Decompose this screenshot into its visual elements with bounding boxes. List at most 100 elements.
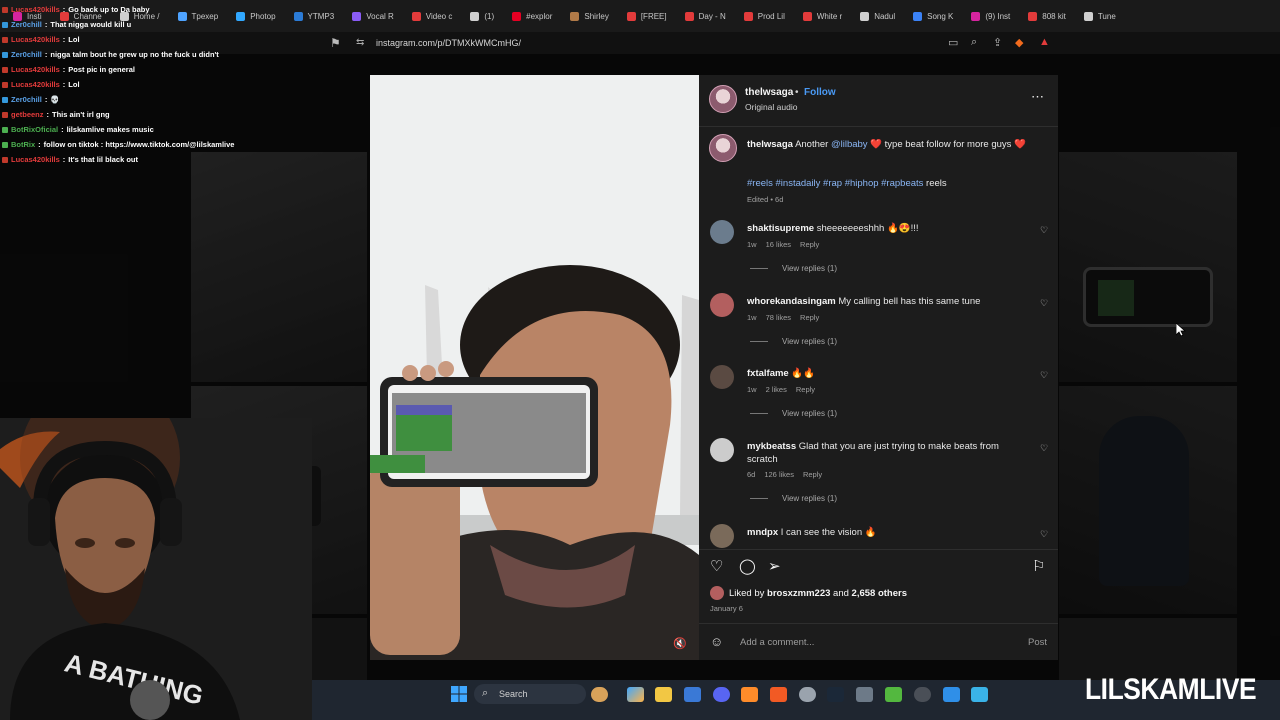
post-comment-button[interactable]: Post [1028, 637, 1047, 648]
comment-likes[interactable]: 2 likes [766, 385, 787, 394]
zoom-icon[interactable]: ⌕ [971, 36, 977, 49]
browser-tab[interactable]: Shirley [561, 4, 617, 28]
chat-username: getbeenz [11, 110, 44, 119]
browser-tab[interactable]: Nadul [851, 4, 904, 28]
chat-username: Zer0chill [11, 20, 42, 29]
comment-like-icon[interactable]: ♡ [1040, 225, 1048, 236]
copilot-icon[interactable] [627, 687, 644, 702]
reel-video[interactable]: 🔇 [370, 75, 699, 660]
post-date[interactable]: January 6 [710, 604, 743, 613]
browser-tab[interactable]: Day - N [676, 4, 735, 28]
chat-message: Lucas420kills: Lol [2, 32, 302, 47]
chat-colon: : [46, 110, 50, 119]
chat-badge-icon [2, 66, 8, 73]
tab-label: Day - N [698, 11, 726, 21]
audio-label[interactable]: Original audio [745, 102, 797, 112]
app-icon[interactable] [856, 687, 873, 702]
comment-like-icon[interactable]: ♡ [1040, 443, 1048, 454]
comment-avatar[interactable] [710, 365, 734, 389]
app-icon-gray[interactable] [914, 687, 931, 702]
view-replies-button[interactable]: View replies (1) [750, 337, 837, 346]
brave-browser-icon[interactable] [770, 687, 787, 702]
caption-avatar[interactable] [709, 134, 737, 162]
site-settings-icon[interactable]: ⇆ [356, 37, 364, 48]
taskbar-search-box[interactable] [474, 684, 586, 704]
comment-like-icon[interactable]: ♡ [1040, 298, 1048, 309]
browser-tab[interactable]: (1) [461, 4, 503, 28]
liked-by-avatar[interactable] [710, 586, 724, 600]
liked-by-others[interactable]: 2,658 others [852, 588, 907, 599]
file-explorer-icon[interactable] [655, 687, 672, 702]
view-replies-button[interactable]: View replies (1) [750, 494, 837, 503]
comment-username[interactable]: mykbeatss [747, 441, 796, 452]
comment-meta: 1w 2 likes Reply [747, 385, 824, 394]
share-send-icon[interactable]: ➢ [768, 557, 781, 575]
browser-tab[interactable]: (9) Inst [962, 4, 1019, 28]
comment-reply-button[interactable]: Reply [800, 313, 819, 322]
mute-icon[interactable]: 🔇 [673, 637, 687, 650]
browser-tab[interactable]: 808 kit [1019, 4, 1075, 28]
comment-icon[interactable]: ◯ [739, 557, 756, 575]
app-icon-green[interactable] [885, 687, 902, 702]
browser-tab[interactable]: Song K [904, 4, 962, 28]
browser-tab[interactable]: Prod Lil [735, 4, 794, 28]
author-avatar[interactable] [709, 85, 737, 113]
discord-icon[interactable] [713, 687, 730, 702]
view-replies-button[interactable]: View replies (1) [750, 264, 837, 273]
comment-text: sheeeeeeeshhh 🔥😍!!! [816, 223, 919, 234]
follow-button[interactable]: Follow [804, 87, 836, 98]
comment-likes[interactable]: 16 likes [766, 240, 791, 249]
comment-avatar[interactable] [710, 220, 734, 244]
emoji-icon[interactable]: ☺ [710, 634, 723, 649]
comment-username[interactable]: fxtalfame [747, 368, 789, 379]
chat-username: Lucas420kills [11, 65, 60, 74]
comment-input[interactable]: Add a comment... [740, 637, 814, 648]
widget-icon[interactable] [591, 687, 608, 702]
browser-tab[interactable]: Tune [1075, 4, 1125, 28]
share-icon[interactable]: ⇪ [993, 36, 1002, 49]
bookmark-icon[interactable]: ⚑ [330, 36, 341, 50]
hashtag-links[interactable]: #reels #instadaily #rap #hiphop #rapbeat… [747, 178, 923, 189]
comment-username[interactable]: shaktisupreme [747, 223, 814, 234]
view-replies-button[interactable]: View replies (1) [750, 409, 837, 418]
comment-like-icon[interactable]: ♡ [1040, 370, 1048, 381]
author-username[interactable]: thelwsaga [745, 87, 793, 98]
browser-tab[interactable]: [FREE] [618, 4, 676, 28]
fl-studio-icon[interactable] [741, 687, 758, 702]
caption-mention[interactable]: @lilbaby [831, 139, 868, 150]
comment-username[interactable]: mndpx [747, 527, 778, 538]
url-field[interactable]: instagram.com/p/DTMXkWMCmHG/ [376, 38, 521, 48]
cast-icon[interactable]: ▭ [948, 36, 958, 49]
liked-by-user[interactable]: brosxzmm223 [767, 588, 830, 599]
comment-reply-button[interactable]: Reply [803, 470, 822, 479]
browser-tab[interactable]: Vocal R [343, 4, 403, 28]
comment-likes[interactable]: 78 likes [766, 313, 791, 322]
chat-message: BotRix: follow on tiktok : https://www.ti… [2, 137, 302, 152]
windows-start-icon[interactable] [451, 686, 467, 702]
comment-body: mndpx I can see the vision 🔥 [747, 526, 1017, 539]
more-dots-icon[interactable]: ⋯ [1031, 89, 1045, 105]
comment-reply-button[interactable]: Reply [796, 385, 815, 394]
save-bookmark-icon[interactable]: ⚐ [1032, 557, 1045, 575]
comment-reply-button[interactable]: Reply [800, 240, 819, 249]
browser-tab[interactable]: White r [794, 4, 851, 28]
browser-tab[interactable]: Video c [403, 4, 462, 28]
steam-icon[interactable] [827, 687, 844, 702]
tab-label: Video c [425, 11, 453, 21]
app-icon-lightblue[interactable] [971, 687, 988, 702]
comment-avatar[interactable] [710, 524, 734, 548]
obs-icon[interactable] [799, 687, 816, 702]
like-heart-icon[interactable]: ♡ [710, 557, 723, 575]
comment-avatar[interactable] [710, 438, 734, 462]
comment-username[interactable]: whorekandasingam [747, 296, 836, 307]
comment-avatar[interactable] [710, 293, 734, 317]
app-icon-blue[interactable] [943, 687, 960, 702]
brave-rewards-icon[interactable]: ▲ [1039, 36, 1050, 48]
brave-shield-icon[interactable]: ◆ [1015, 36, 1023, 49]
browser-tab[interactable]: #explor [503, 4, 561, 28]
store-icon[interactable] [684, 687, 701, 702]
comment-likes[interactable]: 126 likes [764, 470, 794, 479]
comment-like-icon[interactable]: ♡ [1040, 529, 1048, 540]
chat-colon: : [62, 35, 66, 44]
caption-username[interactable]: thelwsaga [747, 139, 793, 150]
